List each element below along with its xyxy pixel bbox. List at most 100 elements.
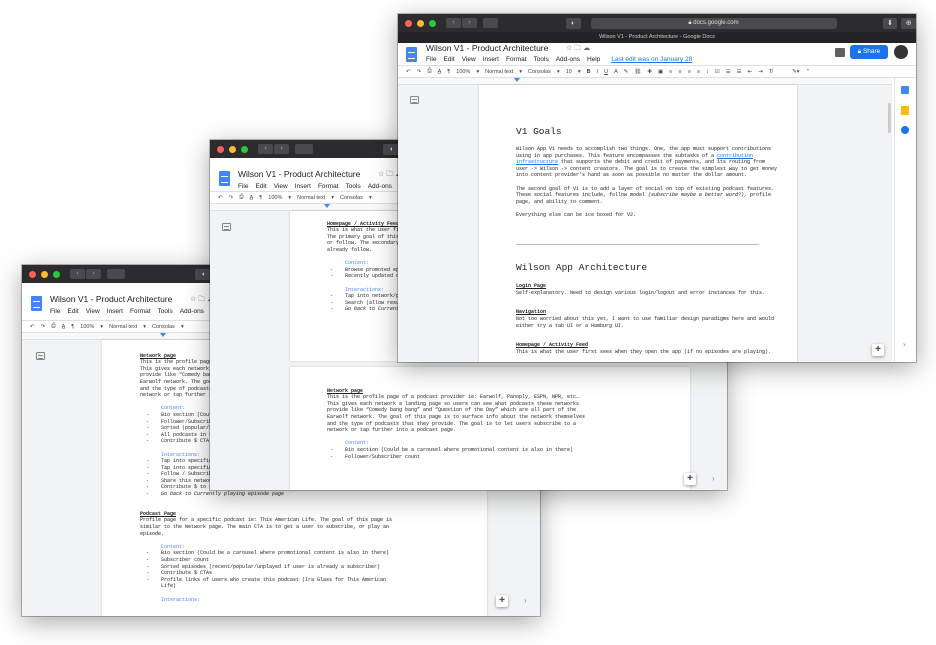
underline-icon[interactable]: U xyxy=(604,69,608,75)
title-icons[interactable]: ☆ 🗀 ☁ xyxy=(566,44,590,55)
menu-view[interactable]: View xyxy=(86,308,100,315)
style-select[interactable]: Normal text xyxy=(297,195,325,201)
menu-tools[interactable]: Tools xyxy=(346,183,361,190)
undo-icon[interactable]: ↶ xyxy=(406,69,411,75)
doc-title[interactable]: Wilson V1 - Product Architecture xyxy=(238,169,360,179)
indent-icon[interactable]: ⇤ xyxy=(748,69,753,75)
redo-icon[interactable]: ↷ xyxy=(229,195,234,201)
collapse-toolbar-icon[interactable]: ⌃ xyxy=(806,69,811,75)
browser-tab[interactable]: Wilson V1 - Product Architecture - Googl… xyxy=(398,32,916,43)
side-panel-chevron-icon[interactable]: › xyxy=(903,340,906,349)
privacy-shield-icon[interactable]: ◐ xyxy=(565,17,581,29)
zoom-select[interactable]: 100% xyxy=(268,195,282,201)
style-select[interactable]: Normal text xyxy=(109,324,137,330)
outline-icon[interactable] xyxy=(36,352,45,360)
close-button[interactable] xyxy=(405,19,412,27)
zoom-button[interactable] xyxy=(429,19,436,27)
link-icon[interactable]: ⛓ xyxy=(634,69,641,75)
menu-insert[interactable]: Insert xyxy=(295,183,311,190)
keep-icon[interactable] xyxy=(901,106,909,115)
numbered-list-icon[interactable]: ☰ xyxy=(737,69,742,75)
new-tab-icon[interactable]: ⊕ xyxy=(901,17,916,29)
clear-formatting-icon[interactable]: T̸ xyxy=(769,69,772,75)
forward-button[interactable]: › xyxy=(86,269,101,279)
menu-insert[interactable]: Insert xyxy=(483,56,499,63)
undo-icon[interactable]: ↶ xyxy=(218,195,223,201)
font-select[interactable]: Consolas xyxy=(152,324,175,330)
zoom-button[interactable] xyxy=(53,270,60,278)
menu-edit[interactable]: Edit xyxy=(67,308,78,315)
image-icon[interactable]: ▣ xyxy=(658,69,663,75)
redo-icon[interactable]: ↷ xyxy=(41,324,46,330)
spellcheck-icon[interactable]: A̲ xyxy=(438,69,442,75)
url-bar[interactable]: 🔒︎ docs.google.com xyxy=(590,17,837,29)
infrastructure-link[interactable]: infrastructure xyxy=(516,159,558,165)
zoom-button[interactable] xyxy=(241,145,248,153)
last-edit-link[interactable]: Last edit was on January 28 xyxy=(611,56,692,63)
ruler-indent-marker[interactable] xyxy=(324,204,330,208)
account-avatar[interactable] xyxy=(894,45,908,59)
editing-mode-icon[interactable]: ✎▾ xyxy=(792,69,799,75)
scrollbar-thumb[interactable] xyxy=(888,103,891,133)
menu-file[interactable]: File xyxy=(238,183,248,190)
align-center-icon[interactable]: ≡ xyxy=(678,69,681,75)
ruler[interactable] xyxy=(398,78,892,85)
zoom-select[interactable]: 100% xyxy=(80,324,94,330)
downloads-icon[interactable]: ⬇ xyxy=(882,17,898,29)
align-right-icon[interactable]: ≡ xyxy=(688,69,691,75)
outline-icon[interactable] xyxy=(222,223,231,231)
outdent-icon[interactable]: ⇥ xyxy=(758,69,763,75)
menu-view[interactable]: View xyxy=(462,56,476,63)
menu-insert[interactable]: Insert xyxy=(107,308,123,315)
menu-help[interactable]: Help xyxy=(587,56,600,63)
explore-button[interactable]: ✚ xyxy=(872,344,884,356)
explore-button[interactable]: ✚ xyxy=(684,473,696,485)
minimize-button[interactable] xyxy=(417,19,424,27)
docs-logo-icon[interactable] xyxy=(406,47,417,62)
document-page-next[interactable]: Network page This is the profile page of… xyxy=(290,367,690,490)
menu-tools[interactable]: Tools xyxy=(534,56,549,63)
print-icon[interactable]: ⎙ xyxy=(239,194,243,201)
bold-icon[interactable]: B xyxy=(587,69,591,75)
menu-view[interactable]: View xyxy=(274,183,288,190)
side-panel-chevron-icon[interactable]: › xyxy=(524,596,527,605)
paint-format-icon[interactable]: ¶ xyxy=(447,69,450,75)
text-color-icon[interactable]: A xyxy=(614,69,618,75)
minimize-button[interactable] xyxy=(229,145,236,153)
checklist-icon[interactable]: ☑ xyxy=(715,69,720,75)
menu-addons[interactable]: Add-ons xyxy=(556,56,580,63)
doc-title[interactable]: Wilson V1 - Product Architecture xyxy=(50,294,172,304)
comment-history-icon[interactable] xyxy=(835,48,845,57)
spellcheck-icon[interactable]: A̲ xyxy=(250,195,254,201)
menu-edit[interactable]: Edit xyxy=(443,56,454,63)
explore-button[interactable]: ✚ xyxy=(496,595,508,607)
menu-addons[interactable]: Add-ons xyxy=(180,308,204,315)
redo-icon[interactable]: ↷ xyxy=(417,69,422,75)
back-button[interactable]: ‹ xyxy=(258,144,273,154)
font-size-select[interactable]: 10 xyxy=(566,69,572,75)
contribution-link[interactable]: contribution xyxy=(717,153,753,159)
menu-format[interactable]: Format xyxy=(318,183,339,190)
side-panel-chevron-icon[interactable]: › xyxy=(712,474,715,483)
menu-format[interactable]: Format xyxy=(130,308,151,315)
paint-format-icon[interactable]: ¶ xyxy=(71,324,74,330)
undo-icon[interactable]: ↶ xyxy=(30,324,35,330)
menu-addons[interactable]: Add-ons xyxy=(368,183,392,190)
menu-edit[interactable]: Edit xyxy=(255,183,266,190)
forward-button[interactable]: › xyxy=(462,18,477,28)
forward-button[interactable]: › xyxy=(274,144,289,154)
print-icon[interactable]: ⎙ xyxy=(51,323,55,330)
share-button[interactable]: 🔒︎ Share xyxy=(850,45,888,59)
align-left-icon[interactable]: ≡ xyxy=(669,69,672,75)
font-select[interactable]: Consolas xyxy=(340,195,363,201)
comment-icon[interactable]: ✚ xyxy=(647,69,652,75)
back-button[interactable]: ‹ xyxy=(446,18,461,28)
close-button[interactable] xyxy=(29,270,36,278)
docs-logo-icon[interactable] xyxy=(219,171,230,186)
font-select[interactable]: Consolas xyxy=(528,69,551,75)
bulleted-list-icon[interactable]: ☰ xyxy=(726,69,731,75)
tasks-icon[interactable] xyxy=(901,126,909,134)
ruler-indent-marker[interactable] xyxy=(514,78,520,82)
minimize-button[interactable] xyxy=(41,270,48,278)
document-page[interactable]: V1 Goals Wilson App V1 needs to accompli… xyxy=(479,85,797,362)
